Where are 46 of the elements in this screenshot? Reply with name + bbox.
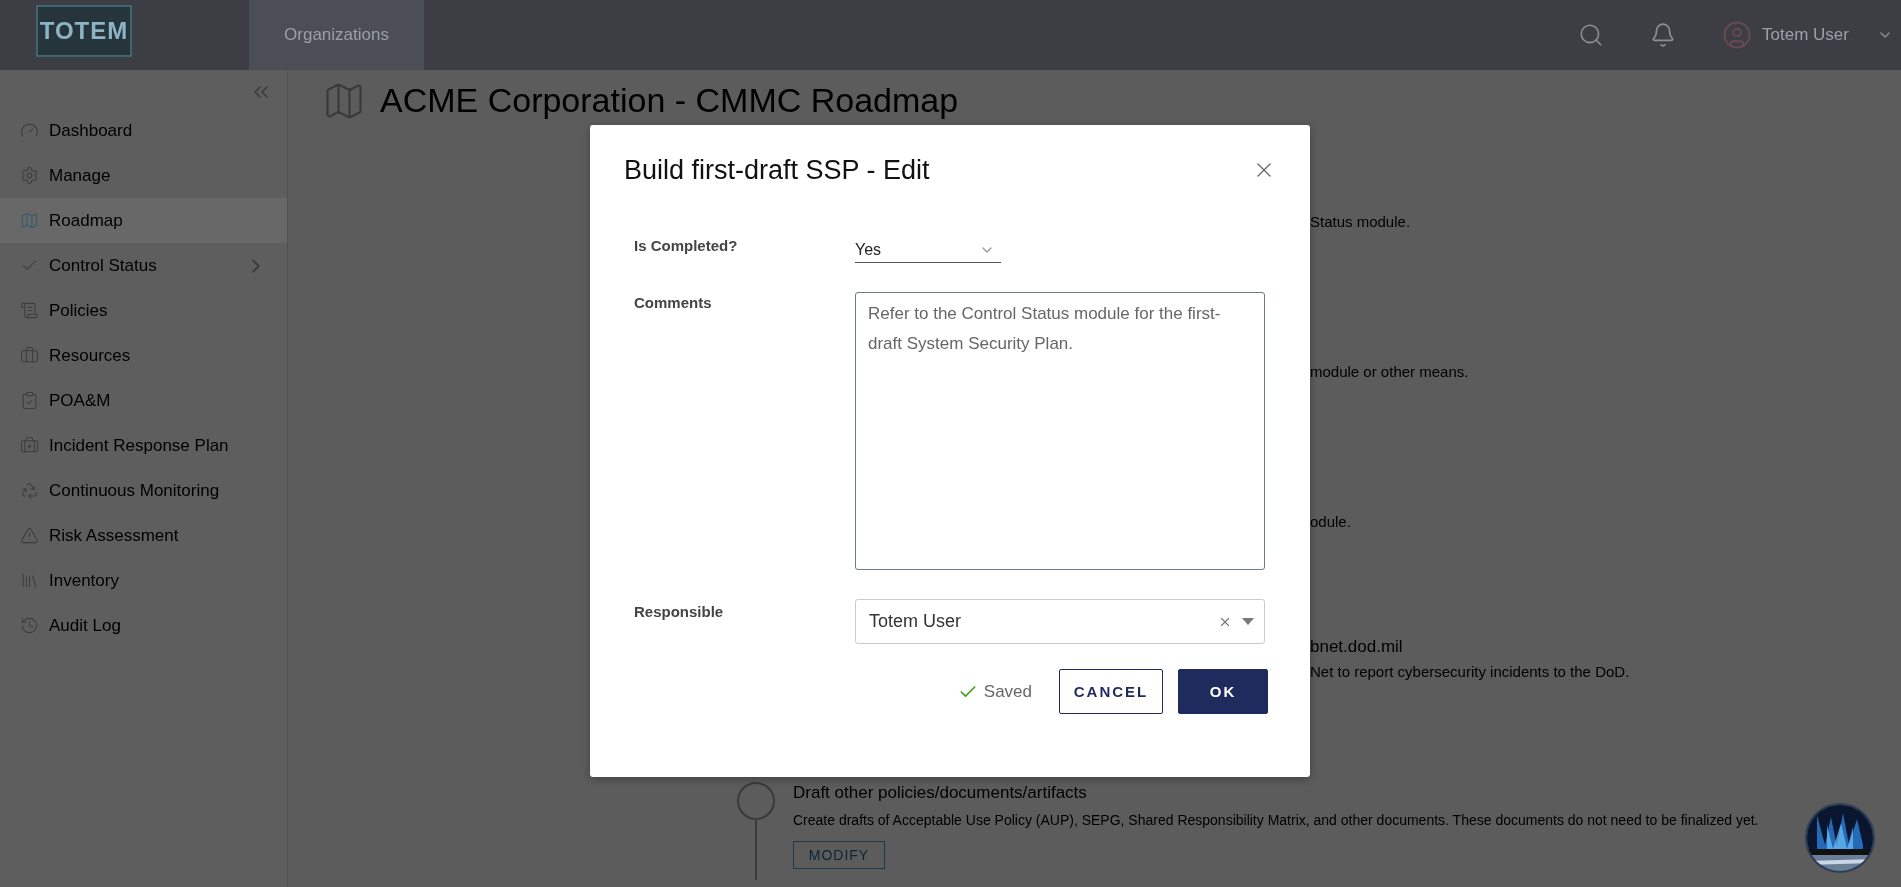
- field-label: Is Completed?: [634, 237, 739, 256]
- menu-icon: [20, 616, 39, 635]
- field-label: Comments: [634, 293, 713, 313]
- cancel-button[interactable]: CANCEL: [1059, 669, 1163, 714]
- dialog-title: Build first-draft SSP - Edit: [624, 154, 930, 186]
- sidebar-item[interactable]: Audit Log: [0, 603, 287, 648]
- step-title: bnet.dod.mil: [1310, 636, 1404, 658]
- step-description: Status module.: [1310, 212, 1412, 232]
- field-label: Responsible: [634, 602, 725, 622]
- user-name[interactable]: Totem User: [1762, 25, 1849, 45]
- caret-icon: [1242, 618, 1254, 625]
- menu-icon: [20, 121, 39, 140]
- step-title: Draft other policies/documents/artifacts: [793, 782, 1087, 804]
- sidebar-item[interactable]: Dashboard: [0, 108, 287, 153]
- sidebar-item[interactable]: Inventory: [0, 558, 287, 603]
- sidebar-item[interactable]: Resources: [0, 333, 287, 378]
- sidebar-item[interactable]: Incident Response Plan: [0, 423, 287, 468]
- nav-tab[interactable]: Organizations: [249, 0, 424, 70]
- menu-icon: [20, 526, 39, 545]
- page-title: ACME Corporation - CMMC Roadmap: [380, 81, 959, 120]
- menu-icon: [20, 301, 39, 320]
- modify-button[interactable]: MODIFY: [793, 841, 885, 869]
- sidebar-item[interactable]: Control Status: [0, 243, 287, 288]
- sidebar-item[interactable]: Continuous Monitoring: [0, 468, 287, 513]
- comments-field[interactable]: Refer to the Control Status module for the first-draft System Security Plan.: [855, 292, 1265, 570]
- menu-icon: [20, 166, 39, 185]
- menu-icon: [20, 391, 39, 410]
- ok-button[interactable]: OK: [1178, 669, 1268, 714]
- menu-icon: [20, 346, 39, 365]
- sidebar-item[interactable]: Risk Assessment: [0, 513, 287, 558]
- sidebar-item[interactable]: Policies: [0, 288, 287, 333]
- step-description: Create drafts of Acceptable Use Policy (AUP), SEPG, Shared Responsibility Matrix, and other documents. These documents do not need to be finalized yet.: [793, 812, 1759, 828]
- menu-icon: [20, 571, 39, 590]
- menu-icon: [20, 211, 39, 230]
- step-description: module or other means.: [1310, 362, 1470, 382]
- logo[interactable]: TOTEM: [36, 5, 132, 57]
- completed-select[interactable]: Yes: [855, 237, 1001, 263]
- menu-icon: [20, 481, 39, 500]
- responsible-select[interactable]: Totem User: [855, 599, 1265, 644]
- sidebar-item[interactable]: Roadmap: [0, 198, 287, 243]
- sidebar-item[interactable]: POA&M: [0, 378, 287, 423]
- sidebar-item[interactable]: Manage: [0, 153, 287, 198]
- menu-icon: [20, 436, 39, 455]
- step-description: odule.: [1310, 512, 1352, 532]
- saved-status: Saved: [983, 681, 1032, 702]
- step-description: Net to report cybersecurity incidents to the DoD.: [1310, 662, 1631, 682]
